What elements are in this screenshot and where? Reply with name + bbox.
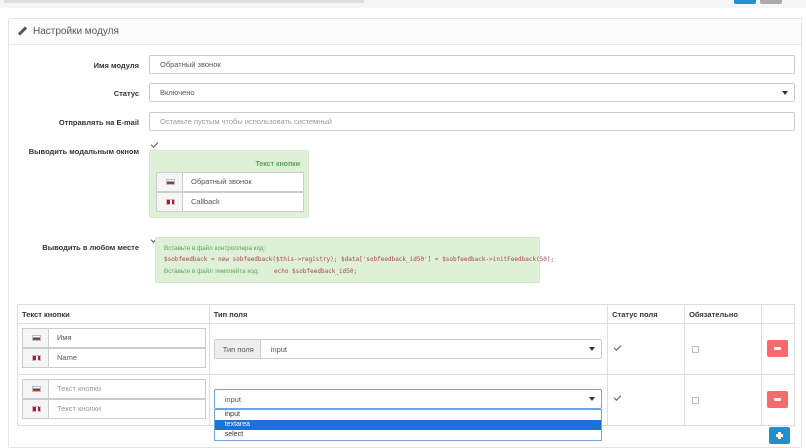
- row1-status-check-icon[interactable]: [613, 343, 622, 351]
- table-row: Имя Name Тип поля input: [17, 323, 795, 375]
- type-addon: Тип поля: [214, 340, 261, 358]
- header-button-text: Текст кнопки: [17, 304, 210, 324]
- cell-button-text: Текст кнопки Текст кнопки: [17, 374, 210, 426]
- code-hint-controller: Вставьте в файл контроллера код:: [164, 245, 266, 252]
- flag-cell: [23, 349, 49, 367]
- row2-status-check-icon[interactable]: [613, 393, 622, 401]
- code-controller: $sobfeedback = new sobfeedback($this->re…: [164, 256, 555, 263]
- cell-required: [684, 374, 763, 426]
- row1-type-select[interactable]: Тип поля input: [213, 339, 602, 359]
- row2-lang-en-placeholder: Текст кнопки: [57, 404, 102, 413]
- row2-lang-en-input[interactable]: Текст кнопки: [22, 399, 206, 419]
- table-row: Текст кнопки Текст кнопки input input te…: [17, 374, 795, 441]
- code-template: echo $sobfeedback_id50;: [274, 268, 358, 275]
- modal-lang-value: Обратный звонок: [191, 177, 252, 186]
- row2-delete-button[interactable]: [767, 391, 789, 408]
- row2-type-select[interactable]: input: [213, 389, 602, 409]
- cell-field-status: [607, 323, 686, 375]
- fields-table: Текст кнопки Тип поля Статус поля Обязат…: [17, 304, 795, 441]
- module-settings-panel: Настройки модуля Имя модуля Обратный зво…: [8, 18, 802, 448]
- dropdown-option-textarea[interactable]: textarea: [214, 420, 601, 430]
- dropdown-option-input[interactable]: input: [215, 410, 601, 420]
- anywhere-label: Выводить в любом месте: [42, 243, 139, 252]
- modal-lang-value: Callback: [191, 197, 220, 206]
- header-field-status: Статус поля: [607, 304, 686, 324]
- row-status: Статус Включено: [9, 82, 803, 104]
- modal-button-text-box: Текст кнопки Обратный звонок Callback: [149, 150, 309, 218]
- row1-lang-en-value: Name: [57, 353, 78, 362]
- row1-type-value: input: [270, 345, 287, 354]
- modal-lang-row-en[interactable]: Callback: [156, 192, 304, 212]
- caret-down-icon: [588, 397, 595, 401]
- flag-cell: [23, 329, 49, 347]
- top-strip: [0, 0, 806, 8]
- header-actions: [761, 304, 795, 324]
- flag-ru-icon: [166, 179, 175, 185]
- pencil-icon: [18, 27, 27, 36]
- caret-down-icon: [588, 347, 595, 351]
- row2-required-checkbox[interactable]: [692, 397, 700, 404]
- cancel-button[interactable]: [760, 0, 782, 4]
- add-field-button[interactable]: [769, 427, 790, 444]
- email-label: Отправлять на E-mail: [58, 118, 139, 127]
- row1-lang-ru-input[interactable]: Имя: [22, 328, 206, 348]
- table-header-row: Текст кнопки Тип поля Статус поля Обязат…: [17, 304, 795, 324]
- flag-cell: [23, 380, 49, 398]
- dropdown-option-select[interactable]: select: [215, 430, 601, 440]
- module-name-label: Имя модуля: [93, 61, 139, 70]
- status-value: Включено: [160, 88, 195, 97]
- flag-en-icon: [166, 199, 175, 205]
- modal-label: Выводить модальным окном: [28, 147, 139, 156]
- code-hint-template: Вставьте в файл темплейта код:: [164, 268, 260, 275]
- flag-ru-icon: [32, 386, 41, 392]
- status-label: Статус: [113, 89, 139, 98]
- status-select[interactable]: Включено: [149, 83, 795, 102]
- module-name-input[interactable]: Обратный звонок: [149, 55, 795, 74]
- row-modal: Выводить модальным окном Текст кнопки Об…: [9, 139, 803, 224]
- flag-cell: [157, 173, 183, 191]
- cell-field-type: input input textarea select: [208, 374, 609, 441]
- save-button[interactable]: [734, 0, 756, 4]
- row1-delete-button[interactable]: [767, 340, 789, 357]
- modal-lang-row-ru[interactable]: Обратный звонок: [156, 172, 304, 192]
- row-anywhere: Выводить в любом месте Вставьте в файл к…: [9, 234, 803, 289]
- cell-field-type: Тип поля input: [208, 323, 609, 375]
- row-email: Отправлять на E-mail Оставьте пустым что…: [9, 111, 803, 133]
- email-placeholder: Оставьте пустым чтобы использовать систе…: [160, 117, 332, 126]
- cell-actions: [761, 323, 795, 375]
- modal-checkbox-check-icon[interactable]: [150, 140, 159, 148]
- row-module-name: Имя модуля Обратный звонок: [9, 54, 803, 76]
- caret-down-icon: [782, 91, 788, 95]
- header-required: Обязательно: [684, 304, 763, 324]
- anywhere-code-box: Вставьте в файл контроллера код: $sobfee…: [155, 237, 554, 283]
- flag-en-icon: [32, 355, 41, 361]
- cell-button-text: Имя Name: [17, 323, 210, 375]
- modal-box-title: Текст кнопки: [255, 161, 300, 168]
- row2-type-dropdown: input textarea select: [213, 409, 602, 441]
- row2-lang-ru-placeholder: Текст кнопки: [57, 384, 102, 393]
- row2-lang-ru-input[interactable]: Текст кнопки: [22, 379, 206, 399]
- flag-cell: [23, 400, 49, 418]
- header-field-type: Тип поля: [208, 304, 609, 324]
- row1-required-checkbox[interactable]: [692, 346, 700, 353]
- module-name-value: Обратный звонок: [160, 60, 221, 69]
- flag-cell: [157, 193, 183, 211]
- cell-required: [684, 323, 763, 375]
- flag-en-icon: [32, 406, 41, 412]
- panel-heading: Настройки модуля: [9, 19, 801, 45]
- cell-actions: [761, 374, 795, 426]
- flag-ru-icon: [32, 335, 41, 341]
- row1-lang-ru-value: Имя: [57, 333, 72, 342]
- row1-lang-en-input[interactable]: Name: [22, 348, 206, 368]
- row2-type-value: input: [224, 395, 241, 404]
- breadcrumb-faded: [4, 0, 364, 3]
- panel-title: Настройки модуля: [33, 26, 119, 37]
- cell-field-status: [607, 374, 686, 426]
- email-input[interactable]: Оставьте пустым чтобы использовать систе…: [149, 112, 795, 131]
